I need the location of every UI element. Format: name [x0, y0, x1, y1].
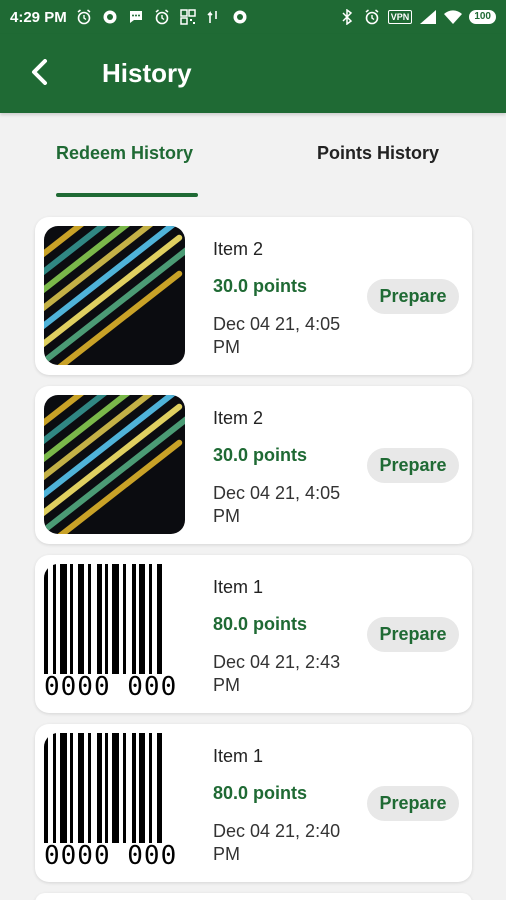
record-icon-2	[231, 8, 249, 26]
item-name: Item 2	[213, 408, 264, 428]
qr-icon	[179, 8, 197, 26]
barcode-digits: 0000 000	[44, 672, 178, 702]
item-thumbnail	[44, 395, 185, 534]
history-card[interactable]: 0000 000 Item 1 80.0 points Dec 04 21, 2…	[35, 555, 472, 713]
history-card[interactable]: 0000 000 Item 1 80.0 points Dec 04 21, 2…	[35, 724, 472, 882]
item-name: Item 2	[213, 239, 264, 259]
history-card[interactable]: Item 2 30.0 points Dec 04 21, 4:05 PM Pr…	[35, 386, 472, 544]
tab-redeem-history[interactable]: Redeem History	[56, 143, 193, 164]
item-thumbnail: 0000 000	[44, 564, 185, 703]
item-name: Item 1	[213, 746, 264, 766]
status-chip[interactable]: Prepare	[367, 617, 459, 652]
battery-indicator: 100	[469, 10, 496, 24]
app-bar: History	[0, 34, 506, 113]
alarm-icon-2	[153, 8, 171, 26]
page-title: History	[102, 58, 192, 88]
item-date: Dec 04 21, 4:05 PM	[213, 483, 341, 526]
item-points: 80.0 points	[213, 614, 308, 634]
item-date: Dec 04 21, 2:40 PM	[213, 821, 341, 864]
tab-bar: Redeem History Points History	[0, 113, 506, 199]
history-card-partial[interactable]	[35, 893, 472, 900]
tab-points-history[interactable]: Points History	[317, 143, 439, 164]
barcode-digits: 0000 000	[44, 841, 178, 871]
alarm-icon-3	[363, 8, 381, 26]
arrow-back-icon	[32, 59, 47, 85]
status-chip[interactable]: Prepare	[367, 448, 459, 483]
status-bar: 4:29 PM VPN 100	[0, 0, 506, 34]
record-icon	[101, 8, 119, 26]
vpn-badge: VPN	[387, 10, 413, 24]
item-thumbnail: 0000 000	[44, 733, 185, 872]
message-icon	[127, 8, 145, 26]
item-date: Dec 04 21, 4:05 PM	[213, 314, 341, 357]
status-chip[interactable]: Prepare	[367, 786, 459, 821]
item-points: 30.0 points	[213, 445, 308, 465]
wifi-icon	[444, 8, 463, 26]
history-card[interactable]: Item 2 30.0 points Dec 04 21, 4:05 PM Pr…	[35, 217, 472, 375]
data-arrow-icon	[205, 8, 223, 26]
item-points: 80.0 points	[213, 783, 308, 803]
item-name: Item 1	[213, 577, 264, 597]
status-time: 4:29 PM	[10, 8, 67, 26]
item-date: Dec 04 21, 2:43 PM	[213, 652, 341, 695]
bluetooth-icon	[338, 8, 356, 26]
back-button[interactable]	[22, 54, 58, 90]
item-points: 30.0 points	[213, 276, 308, 296]
alarm-icon	[75, 8, 93, 26]
signal-icon	[419, 8, 437, 26]
active-tab-indicator	[56, 193, 198, 197]
item-thumbnail	[44, 226, 185, 365]
status-chip[interactable]: Prepare	[367, 279, 459, 314]
